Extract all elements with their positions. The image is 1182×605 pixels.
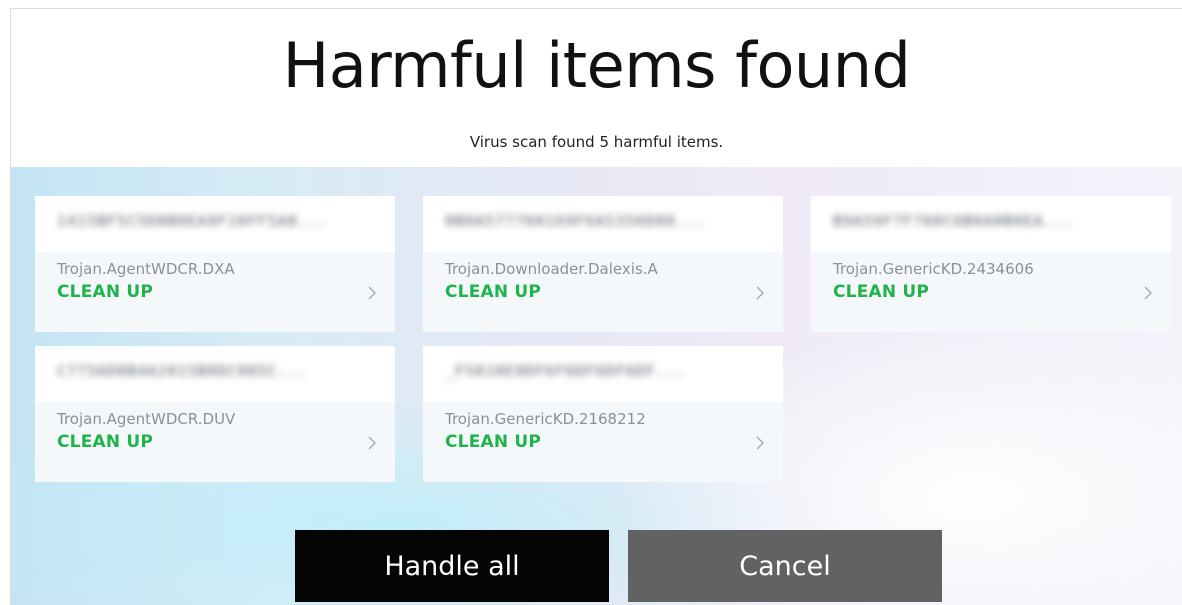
file-name: B9A59F7F760C6B0A0B0EA... [833, 212, 1074, 230]
clean-up-link[interactable]: CLEAN UP [57, 282, 153, 302]
chevron-right-icon[interactable] [1141, 286, 1155, 300]
chevron-right-icon[interactable] [365, 286, 379, 300]
file-name: _F5810E0DF6F6DF6DF6DF... [445, 362, 686, 380]
file-name: 1415BF5C5D8B0EA9F10FF5A8... [57, 212, 328, 230]
page-title: Harmful items found [282, 29, 911, 102]
file-name-bar: C7756D8B4A2015B0DC085C... [35, 346, 395, 402]
threat-name: Trojan.GenericKD.2434606 [833, 260, 1034, 278]
file-name-bar: 0B0A577760169F6A5356D80... [423, 196, 783, 252]
threat-name: Trojan.AgentWDCR.DUV [57, 410, 236, 428]
file-name-bar: B9A59F7F760C6B0A0B0EA... [811, 196, 1171, 252]
chevron-right-icon[interactable] [753, 436, 767, 450]
threat-card[interactable]: 0B0A577760169F6A5356D80... Trojan.Downlo… [423, 196, 783, 332]
file-name: 0B0A577760169F6A5356D80... [445, 212, 706, 230]
file-name: C7756D8B4A2015B0DC085C... [57, 362, 308, 380]
file-name-bar: _F5810E0DF6F6DF6DF6DF... [423, 346, 783, 402]
threat-name: Trojan.GenericKD.2168212 [445, 410, 646, 428]
scan-results-window: Harmful items found Virus scan found 5 h… [10, 8, 1182, 605]
clean-up-link[interactable]: CLEAN UP [57, 432, 153, 452]
scan-summary: Virus scan found 5 harmful items. [469, 133, 724, 151]
chevron-right-icon[interactable] [365, 436, 379, 450]
file-name-bar: 1415BF5C5D8B0EA9F10FF5A8... [35, 196, 395, 252]
threat-card[interactable]: _F5810E0DF6F6DF6DF6DF... Trojan.GenericK… [423, 346, 783, 482]
threat-card[interactable]: 1415BF5C5D8B0EA9F10FF5A8... Trojan.Agent… [35, 196, 395, 332]
threat-name: Trojan.AgentWDCR.DXA [57, 260, 235, 278]
header: Harmful items found Virus scan found 5 h… [11, 9, 1182, 167]
handle-all-button[interactable]: Handle all [295, 530, 609, 602]
clean-up-link[interactable]: CLEAN UP [445, 282, 541, 302]
threat-card[interactable]: B9A59F7F760C6B0A0B0EA... Trojan.GenericK… [811, 196, 1171, 332]
clean-up-link[interactable]: CLEAN UP [833, 282, 929, 302]
threat-name: Trojan.Downloader.Dalexis.A [445, 260, 658, 278]
cancel-button[interactable]: Cancel [628, 530, 942, 602]
chevron-right-icon[interactable] [753, 286, 767, 300]
threat-card[interactable]: C7756D8B4A2015B0DC085C... Trojan.AgentWD… [35, 346, 395, 482]
clean-up-link[interactable]: CLEAN UP [445, 432, 541, 452]
